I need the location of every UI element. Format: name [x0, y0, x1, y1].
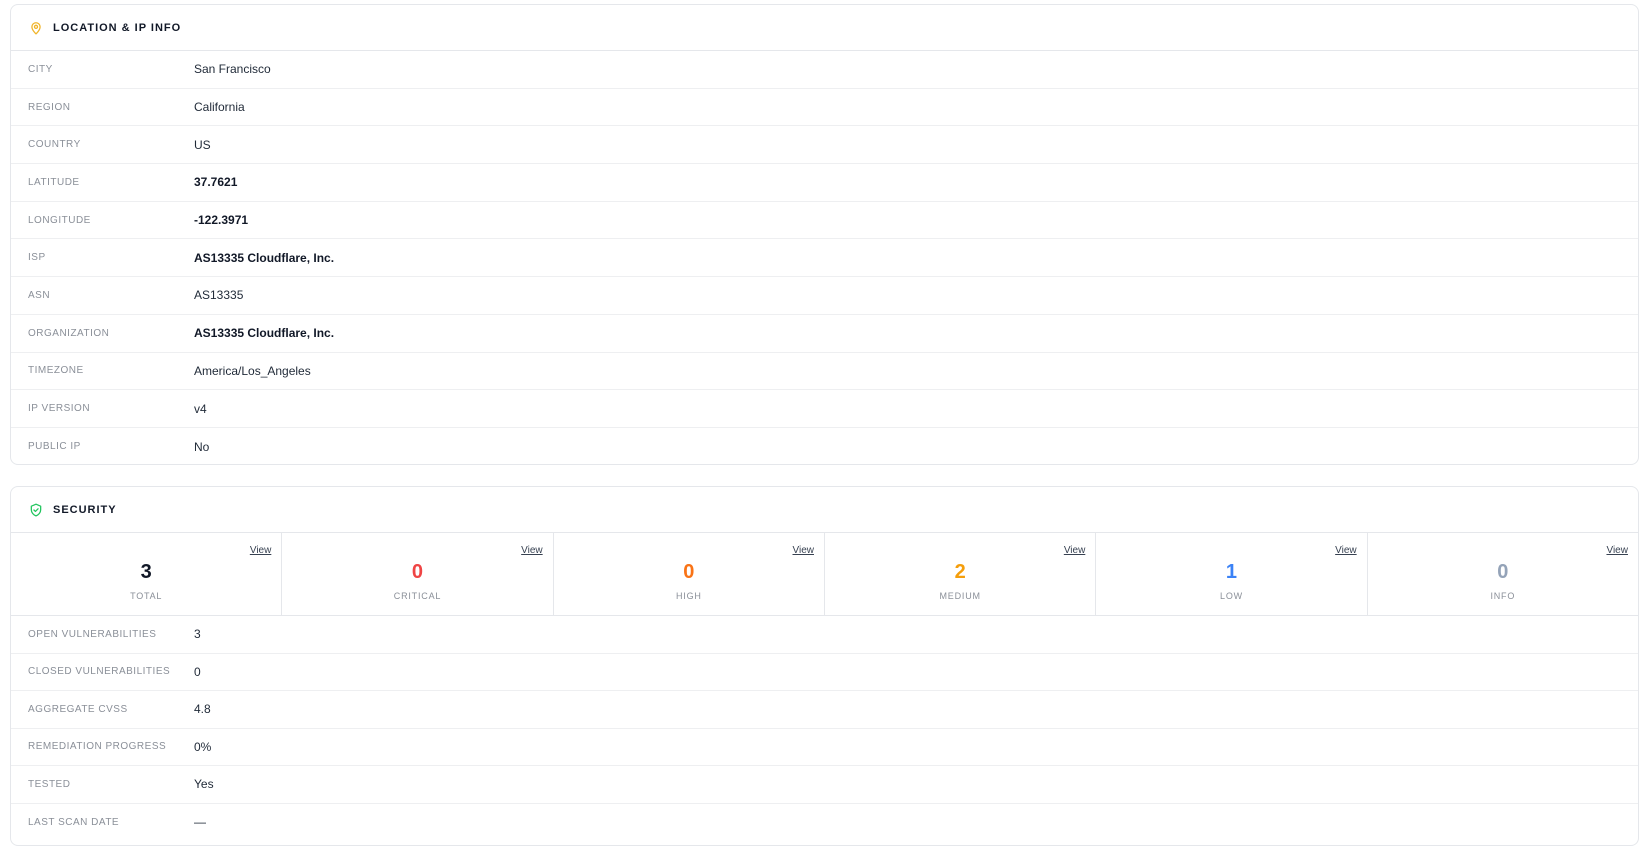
row-closed-vulnerabilities: Closed Vulnerabilities 0: [11, 654, 1638, 691]
row-value: 4.8: [194, 702, 211, 717]
view-link[interactable]: View: [1335, 545, 1357, 556]
row-label: Open Vulnerabilities: [28, 628, 157, 640]
row-asn: ASN AS13335: [11, 277, 1638, 315]
stat-count: 2: [954, 561, 966, 583]
stat-medium: View 2 Medium: [825, 533, 1097, 615]
row-label: Closed Vulnerabilities: [28, 666, 171, 678]
stat-count: 0: [1497, 561, 1509, 583]
row-value: 0: [194, 664, 201, 679]
row-label: Country: [28, 139, 81, 151]
row-public-ip: Public IP No: [11, 428, 1638, 464]
stat-total: View 3 Total: [11, 533, 283, 615]
row-value: AS13335 Cloudflare, Inc.: [194, 326, 335, 341]
row-label: Organization: [28, 327, 110, 339]
map-pin-icon: [29, 21, 43, 35]
row-value: 0%: [194, 739, 212, 754]
stat-label: Total: [130, 591, 163, 601]
row-label: Remediation Progress: [28, 741, 167, 753]
stat-label: Low: [1220, 591, 1243, 601]
row-value: Yes: [194, 777, 214, 792]
view-link[interactable]: View: [1606, 545, 1628, 556]
row-label: Tested: [28, 778, 71, 790]
security-card-title: Security: [53, 503, 117, 516]
stat-critical: View 0 Critical: [282, 533, 554, 615]
row-label: ASN: [28, 289, 51, 301]
security-rows: Open Vulnerabilities 3 Closed Vulnerabil…: [11, 616, 1638, 841]
row-value: San Francisco: [194, 62, 271, 77]
row-label: Public IP: [28, 441, 81, 453]
view-link[interactable]: View: [250, 545, 272, 556]
location-rows: City San Francisco Region California Cou…: [11, 51, 1638, 464]
view-link[interactable]: View: [1064, 545, 1086, 556]
row-value: US: [194, 137, 211, 152]
row-last-scan-date: Last Scan Date —: [11, 804, 1638, 842]
row-organization: Organization AS13335 Cloudflare, Inc.: [11, 315, 1638, 353]
stat-count: 0: [411, 561, 424, 583]
stat-info: View 0 Info: [1368, 533, 1638, 615]
row-remediation-progress: Remediation Progress 0%: [11, 729, 1638, 766]
row-value: California: [194, 100, 245, 115]
row-label: Longitude: [28, 214, 91, 226]
row-label: Region: [28, 101, 71, 113]
stat-high: View 0 High: [554, 533, 825, 615]
stat-label: Medium: [939, 591, 981, 601]
stat-label: Critical: [393, 591, 442, 601]
row-country: Country US: [11, 126, 1638, 165]
row-value: 37.7621: [194, 175, 238, 190]
row-value: v4: [194, 401, 207, 416]
row-label: Last Scan Date: [28, 816, 120, 828]
row-region: Region California: [11, 89, 1638, 127]
stat-count: 0: [683, 561, 695, 583]
row-label: ISP: [28, 252, 46, 264]
row-value: 3: [194, 627, 201, 642]
view-link[interactable]: View: [792, 545, 814, 556]
stat-count: 3: [140, 561, 152, 583]
location-ip-card: Location & IP Info City San Francisco Re…: [10, 4, 1639, 465]
stat-label: High: [675, 591, 702, 601]
stat-low: View 1 Low: [1096, 533, 1368, 615]
row-label: City: [28, 63, 53, 75]
page: Location & IP Info City San Francisco Re…: [0, 0, 1650, 851]
row-label: Timezone: [28, 365, 84, 377]
row-value: —: [194, 815, 206, 830]
view-link[interactable]: View: [521, 545, 543, 556]
row-ip-version: IP Version v4: [11, 390, 1638, 428]
row-label: IP Version: [28, 403, 91, 415]
row-tested: Tested Yes: [11, 766, 1638, 804]
row-isp: ISP AS13335 Cloudflare, Inc.: [11, 239, 1638, 278]
location-card-title: Location & IP Info: [53, 21, 182, 34]
row-longitude: Longitude -122.3971: [11, 202, 1638, 240]
location-card-header: Location & IP Info: [11, 5, 1638, 51]
row-city: City San Francisco: [11, 51, 1638, 89]
stat-label: Info: [1490, 591, 1516, 601]
row-value: AS13335: [194, 288, 244, 303]
row-value: -122.3971: [194, 213, 249, 228]
row-aggregate-cvss: Aggregate CVSS 4.8: [11, 691, 1638, 729]
row-latitude: Latitude 37.7621: [11, 164, 1638, 202]
stat-count: 1: [1225, 561, 1238, 583]
security-card-header: Security: [11, 487, 1638, 533]
security-card: Security View 3 Total View 0 Critical Vi…: [10, 486, 1639, 846]
row-timezone: Timezone America/Los_Angeles: [11, 353, 1638, 391]
shield-check-icon: [29, 503, 43, 517]
row-value: America/Los_Angeles: [194, 363, 311, 378]
row-label: Latitude: [28, 176, 80, 188]
row-value: AS13335 Cloudflare, Inc.: [194, 250, 335, 265]
severity-stats: View 3 Total View 0 Critical View 0 High…: [11, 533, 1638, 616]
row-open-vulnerabilities: Open Vulnerabilities 3: [11, 616, 1638, 654]
row-value: No: [194, 439, 210, 454]
row-label: Aggregate CVSS: [28, 703, 128, 715]
